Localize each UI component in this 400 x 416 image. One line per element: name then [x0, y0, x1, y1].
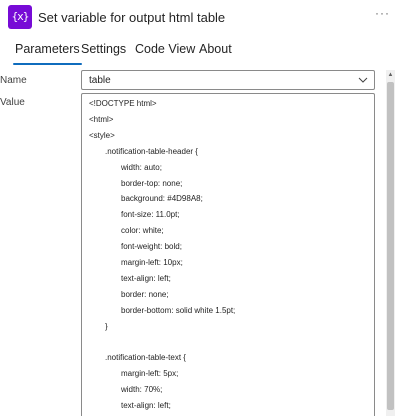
- code-line: .notification-table-text {: [105, 353, 186, 363]
- code-line: <!DOCTYPE html>: [89, 99, 157, 108]
- code-line: text-align: left;: [121, 273, 171, 283]
- variable-icon: {x}: [8, 5, 32, 29]
- code-line: color: white;: [121, 226, 164, 236]
- tab-about[interactable]: About: [199, 42, 232, 56]
- chevron-down-icon: [358, 77, 368, 83]
- name-label: Name: [0, 75, 27, 86]
- code-line: border-top: none;: [121, 178, 183, 188]
- code-line: font-weight: bold;: [121, 242, 182, 252]
- code-line: margin-left: 10px;: [121, 258, 183, 267]
- scroll-thumb[interactable]: [387, 82, 394, 410]
- code-line: border: none;: [121, 289, 169, 299]
- action-header: {x} Set variable for output html table ·…: [0, 0, 400, 38]
- code-line: border-bottom: solid white 1.5pt;: [121, 305, 236, 315]
- tab-settings[interactable]: Settings: [81, 42, 126, 56]
- tab-parameters[interactable]: Parameters: [13, 42, 82, 65]
- name-dropdown[interactable]: table: [81, 70, 375, 90]
- action-title[interactable]: Set variable for output html table: [38, 10, 225, 25]
- code-line: text-align: left;: [121, 401, 171, 411]
- tab-code-view[interactable]: Code View: [135, 42, 195, 56]
- code-line: }: [105, 321, 108, 331]
- code-line: width: 70%;: [121, 385, 163, 395]
- name-dropdown-value: table: [89, 75, 111, 86]
- code-line: .notification-table-header {: [105, 146, 198, 156]
- code-line: width: auto;: [121, 162, 162, 172]
- code-line: background: #4D98A8;: [121, 194, 203, 204]
- scroll-up-icon[interactable]: ▲: [386, 71, 395, 80]
- panel-scrollbar[interactable]: ▲: [386, 70, 395, 416]
- tab-bar: Parameters Settings Code View About: [0, 38, 400, 66]
- code-line: margin-left: 5px;: [121, 369, 179, 379]
- more-options-icon[interactable]: ···: [375, 6, 390, 20]
- code-line: font-size: 11.0pt;: [121, 210, 180, 220]
- value-label: Value: [0, 97, 25, 108]
- code-line: <style>: [89, 130, 115, 140]
- code-line: <html>: [89, 114, 114, 124]
- value-textarea[interactable]: <!DOCTYPE html> <html> <style> .notificatio…: [81, 93, 375, 416]
